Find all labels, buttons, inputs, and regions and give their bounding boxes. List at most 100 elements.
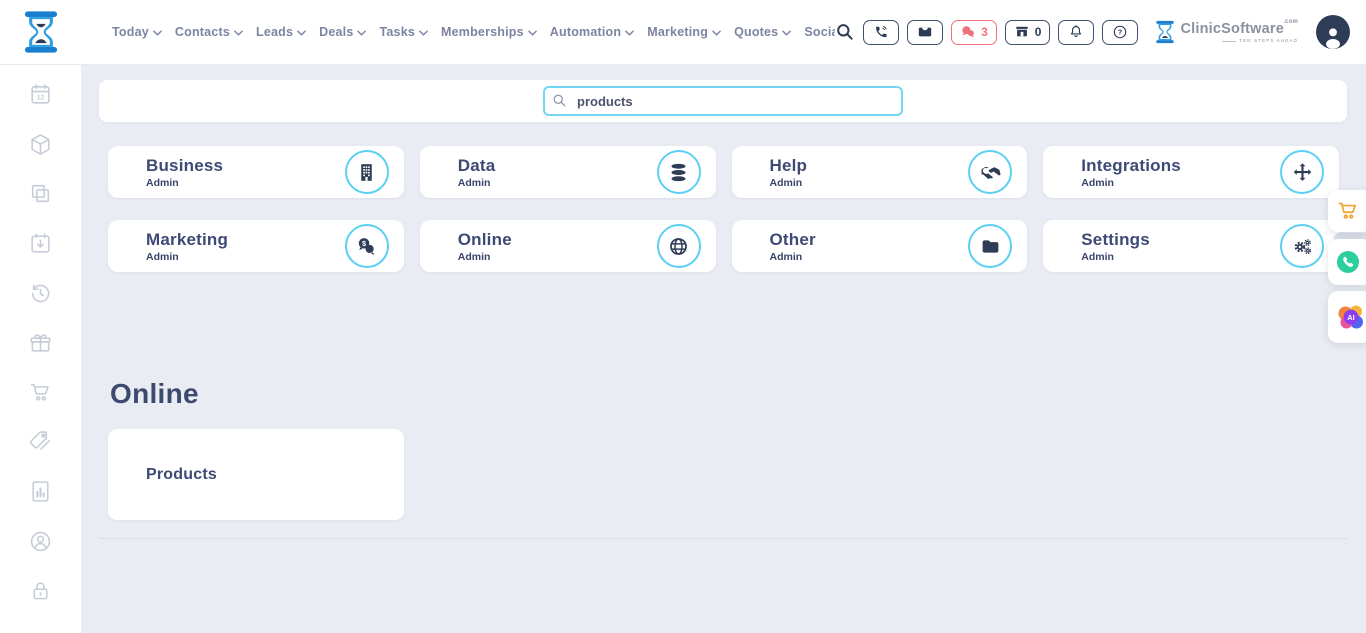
menu-label: Tasks xyxy=(379,25,415,39)
whatsapp-widget-button[interactable] xyxy=(1328,239,1366,285)
menu-deals[interactable]: Deals xyxy=(319,25,366,39)
handshake-icon xyxy=(968,150,1012,194)
building-icon xyxy=(345,150,389,194)
results-grid: Products xyxy=(108,429,1339,520)
folder-icon xyxy=(968,224,1012,268)
main-menu: Today Contacts Leads Deals Tasks Members… xyxy=(112,25,835,39)
copy-icon[interactable] xyxy=(0,169,81,219)
chevron-down-icon xyxy=(782,30,791,36)
category-card-settings[interactable]: SettingsAdmin xyxy=(1043,220,1339,272)
category-subtitle: Admin xyxy=(1081,177,1280,189)
search-icon xyxy=(552,93,567,108)
menu-automation[interactable]: Automation xyxy=(550,25,634,39)
left-sidebar: 12 xyxy=(0,64,81,633)
menu-social-media[interactable]: Social Media xyxy=(804,25,835,39)
chevron-down-icon xyxy=(153,30,162,36)
menu-marketing[interactable]: Marketing xyxy=(647,25,721,39)
menu-tasks[interactable]: Tasks xyxy=(379,25,428,39)
chat-notifications-button[interactable]: 3 xyxy=(951,20,997,45)
category-title: Help xyxy=(770,156,969,176)
shop-button[interactable]: 0 xyxy=(1005,20,1051,45)
database-icon xyxy=(657,150,701,194)
calendar-import-icon[interactable] xyxy=(0,219,81,269)
category-subtitle: Admin xyxy=(146,251,345,263)
category-subtitle: Admin xyxy=(458,177,657,189)
arrows-move-icon xyxy=(1280,150,1324,194)
category-subtitle: Admin xyxy=(1081,251,1280,263)
gift-icon[interactable] xyxy=(0,318,81,368)
category-card-data[interactable]: DataAdmin xyxy=(420,146,716,198)
chat-count-badge: 3 xyxy=(981,25,988,39)
menu-label: Today xyxy=(112,25,149,39)
question-icon: ? xyxy=(1112,24,1128,40)
menu-quotes[interactable]: Quotes xyxy=(734,25,791,39)
globe-icon xyxy=(657,224,701,268)
category-card-other[interactable]: OtherAdmin xyxy=(732,220,1028,272)
inbox-button[interactable] xyxy=(907,20,943,45)
bell-icon xyxy=(1068,24,1084,40)
storefront-icon xyxy=(1014,24,1030,40)
brand-tld: .com xyxy=(1283,19,1298,25)
category-card-integrations[interactable]: IntegrationsAdmin xyxy=(1043,146,1339,198)
search-icon[interactable] xyxy=(835,22,855,42)
result-card-products[interactable]: Products xyxy=(108,429,404,520)
chevron-down-icon xyxy=(357,30,366,36)
clinicsoftware-logo-icon[interactable] xyxy=(20,10,62,54)
cart-icon[interactable] xyxy=(0,368,81,418)
result-label: Products xyxy=(146,466,217,484)
lock-icon[interactable] xyxy=(0,566,81,616)
chevron-down-icon xyxy=(528,30,537,36)
category-card-online[interactable]: OnlineAdmin xyxy=(420,220,716,272)
clinicsoftware-logo-icon xyxy=(1154,19,1176,45)
ai-icon: AI xyxy=(1336,302,1366,332)
category-subtitle: Admin xyxy=(146,177,345,189)
menu-label: Automation xyxy=(550,25,621,39)
main-content: BusinessAdmin DataAdmin HelpAdmin Integr… xyxy=(81,64,1366,633)
section-divider xyxy=(99,538,1347,539)
search-input[interactable] xyxy=(543,86,903,116)
category-card-marketing[interactable]: MarketingAdmin $ xyxy=(108,220,404,272)
menu-label: Contacts xyxy=(175,25,230,39)
inbox-icon xyxy=(917,24,933,40)
calendar-icon[interactable]: 12 xyxy=(0,70,81,120)
menu-leads[interactable]: Leads xyxy=(256,25,306,39)
menu-label: Quotes xyxy=(734,25,778,39)
phone-button[interactable] xyxy=(863,20,899,45)
menu-contacts[interactable]: Contacts xyxy=(175,25,243,39)
menu-today[interactable]: Today xyxy=(112,25,162,39)
menu-label: Social Media xyxy=(804,25,835,39)
category-title: Data xyxy=(458,156,657,176)
cart-widget-button[interactable] xyxy=(1328,190,1366,232)
menu-memberships[interactable]: Memberships xyxy=(441,25,537,39)
category-subtitle: Admin xyxy=(770,251,969,263)
section-title: Online xyxy=(110,378,1347,410)
svg-text:12: 12 xyxy=(37,95,45,102)
chevron-down-icon xyxy=(234,30,243,36)
category-grid: BusinessAdmin DataAdmin HelpAdmin Integr… xyxy=(108,146,1339,272)
person-icon xyxy=(1320,23,1346,49)
history-icon[interactable] xyxy=(0,268,81,318)
category-card-business[interactable]: BusinessAdmin xyxy=(108,146,404,198)
report-icon[interactable] xyxy=(0,467,81,517)
category-title: Integrations xyxy=(1081,156,1280,176)
navbar-actions: 3 0 ? ClinicSoftware.com TEN STEPS AHEAD xyxy=(835,15,1350,49)
account-icon[interactable] xyxy=(0,516,81,566)
whatsapp-icon xyxy=(1336,250,1360,274)
notifications-button[interactable] xyxy=(1058,20,1094,45)
category-title: Business xyxy=(146,156,345,176)
help-button[interactable]: ? xyxy=(1102,20,1138,45)
chevron-down-icon xyxy=(625,30,634,36)
ai-widget-button[interactable]: AI xyxy=(1328,291,1366,343)
category-title: Settings xyxy=(1081,230,1280,250)
tags-icon[interactable] xyxy=(0,417,81,467)
user-avatar[interactable] xyxy=(1316,15,1350,49)
shop-count-badge: 0 xyxy=(1035,25,1042,39)
category-title: Other xyxy=(770,230,969,250)
cube-icon[interactable] xyxy=(0,120,81,170)
category-card-help[interactable]: HelpAdmin xyxy=(732,146,1028,198)
category-title: Online xyxy=(458,230,657,250)
menu-label: Marketing xyxy=(647,25,708,39)
menu-label: Deals xyxy=(319,25,353,39)
category-subtitle: Admin xyxy=(458,251,657,263)
clinicsoftware-brand[interactable]: ClinicSoftware.com TEN STEPS AHEAD xyxy=(1154,19,1298,45)
